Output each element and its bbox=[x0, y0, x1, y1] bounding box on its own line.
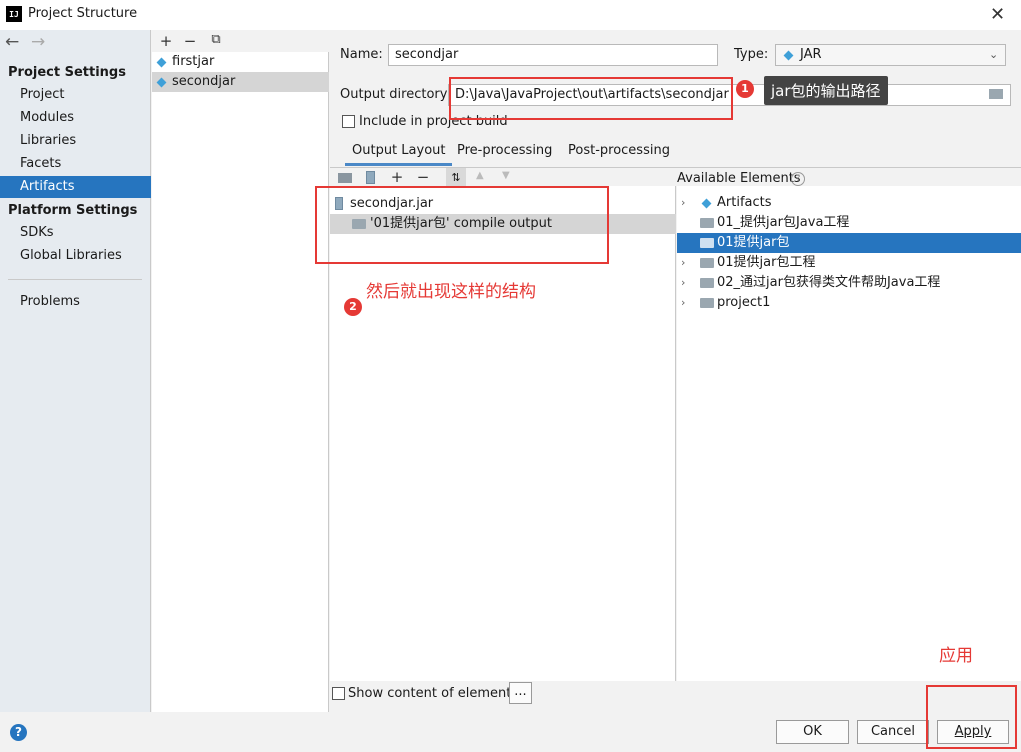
module-folder-icon bbox=[700, 298, 714, 308]
module-folder-icon bbox=[700, 258, 714, 268]
forward-arrow-icon[interactable]: → bbox=[31, 32, 45, 52]
output-path-callout: jar包的输出路径 bbox=[764, 76, 888, 105]
sort-icon[interactable]: ⇅ bbox=[446, 168, 466, 188]
sidebar-item-libraries[interactable]: Libraries bbox=[0, 130, 151, 152]
artifact-item-firstjar[interactable]: firstjar bbox=[152, 52, 329, 72]
copy-artifact-button[interactable]: ⧉ bbox=[207, 32, 225, 47]
jar-artifact-icon bbox=[156, 57, 167, 68]
avail-row-module-selected[interactable]: 01提供jar包 bbox=[677, 233, 1021, 253]
artifact-list-toolbar: + − ⧉ bbox=[152, 30, 329, 52]
avail-row-artifacts[interactable]: › Artifacts bbox=[677, 193, 1021, 213]
avail-row-module[interactable]: 01_提供jar包Java工程 bbox=[677, 213, 1021, 233]
platform-settings-heading: Platform Settings bbox=[8, 203, 138, 218]
more-options-button[interactable]: ... bbox=[509, 682, 532, 704]
browse-folder-icon[interactable] bbox=[989, 89, 1003, 99]
move-down-icon[interactable]: ▼ bbox=[502, 170, 510, 181]
sidebar-item-facets[interactable]: Facets bbox=[0, 153, 151, 175]
name-field[interactable]: secondjar bbox=[388, 44, 718, 66]
name-label: Name: bbox=[340, 47, 383, 62]
output-directory-label: Output directory: bbox=[340, 87, 451, 102]
layout-structure-highlight bbox=[315, 186, 609, 264]
module-folder-icon bbox=[700, 238, 714, 248]
show-content-label: Show content of elements bbox=[348, 686, 519, 701]
tab-divider bbox=[330, 167, 1021, 168]
output-path-highlight bbox=[449, 77, 733, 120]
chevron-down-icon: ⌄ bbox=[989, 48, 999, 61]
help-button[interactable]: ? bbox=[10, 724, 27, 741]
jar-artifact-icon bbox=[156, 77, 167, 88]
add-artifact-button[interactable]: + bbox=[157, 32, 175, 50]
intellij-logo-icon: IJ bbox=[6, 6, 22, 22]
help-icon[interactable]: ? bbox=[791, 172, 805, 186]
artifact-detail-panel: Name: secondjar Type: JAR ⌄ Output direc… bbox=[330, 30, 1021, 712]
sidebar-item-sdks[interactable]: SDKs bbox=[0, 222, 151, 244]
add-element-button[interactable]: + bbox=[388, 168, 406, 186]
apply-note: 应用 bbox=[939, 646, 973, 666]
close-icon[interactable]: ✕ bbox=[990, 4, 1005, 25]
artifact-list-panel: + − ⧉ firstjar secondjar bbox=[152, 30, 329, 712]
tree-label: 02_通过jar包获得类文件帮助Java工程 bbox=[717, 275, 941, 290]
module-folder-icon bbox=[700, 218, 714, 228]
chevron-right-icon: › bbox=[681, 276, 686, 289]
artifact-icon bbox=[701, 198, 712, 209]
window-title: Project Structure bbox=[28, 6, 138, 21]
tab-pre-processing[interactable]: Pre-processing bbox=[457, 142, 552, 166]
tree-label: project1 bbox=[717, 295, 771, 310]
annotation-badge-1: 1 bbox=[736, 80, 754, 98]
chevron-right-icon: › bbox=[681, 196, 686, 209]
tab-post-processing[interactable]: Post-processing bbox=[568, 142, 670, 166]
tree-label: Artifacts bbox=[717, 195, 772, 210]
sidebar-item-modules[interactable]: Modules bbox=[0, 107, 151, 129]
dialog-button-bar: ? OK Cancel Apply bbox=[0, 712, 1021, 752]
available-elements-tree: › Artifacts 01_提供jar包Java工程 01提供jar包 › 0… bbox=[677, 186, 1021, 681]
back-arrow-icon[interactable]: ← bbox=[5, 32, 19, 52]
title-bar: IJ Project Structure ✕ bbox=[0, 0, 1021, 30]
remove-artifact-button[interactable]: − bbox=[181, 32, 199, 50]
sidebar-item-artifacts[interactable]: Artifacts bbox=[0, 176, 151, 198]
settings-sidebar: ← → Project Settings Project Modules Lib… bbox=[0, 30, 151, 712]
jar-type-icon bbox=[783, 50, 794, 61]
tree-label: 01提供jar包工程 bbox=[717, 255, 816, 270]
sidebar-item-global-libraries[interactable]: Global Libraries bbox=[0, 245, 151, 267]
tree-label: 01_提供jar包Java工程 bbox=[717, 215, 850, 230]
tree-label: 01提供jar包 bbox=[717, 235, 790, 250]
artifact-item-secondjar[interactable]: secondjar bbox=[152, 72, 329, 92]
sidebar-item-project[interactable]: Project bbox=[0, 84, 151, 106]
type-value: JAR bbox=[800, 47, 822, 62]
new-directory-icon[interactable] bbox=[338, 173, 352, 183]
avail-row-module[interactable]: › project1 bbox=[677, 293, 1021, 313]
chevron-right-icon: › bbox=[681, 296, 686, 309]
chevron-right-icon: › bbox=[681, 256, 686, 269]
project-settings-heading: Project Settings bbox=[8, 65, 126, 80]
sidebar-divider bbox=[8, 279, 142, 280]
tab-output-layout[interactable]: Output Layout bbox=[345, 142, 453, 166]
cancel-button[interactable]: Cancel bbox=[857, 720, 929, 744]
include-in-build-checkbox[interactable] bbox=[342, 115, 355, 128]
move-up-icon[interactable]: ▲ bbox=[476, 170, 484, 181]
type-select[interactable]: JAR ⌄ bbox=[775, 44, 1006, 66]
type-label: Type: bbox=[734, 47, 769, 62]
available-elements-label: Available Elements bbox=[677, 171, 801, 186]
artifact-label: secondjar bbox=[172, 74, 236, 89]
apply-highlight bbox=[926, 685, 1017, 749]
structure-note: 然后就出现这样的结构 bbox=[366, 282, 536, 302]
avail-row-module[interactable]: › 01提供jar包工程 bbox=[677, 253, 1021, 273]
ok-button[interactable]: OK bbox=[776, 720, 849, 744]
remove-element-button[interactable]: − bbox=[414, 168, 432, 186]
archive-icon[interactable] bbox=[366, 171, 375, 184]
module-folder-icon bbox=[700, 278, 714, 288]
annotation-badge-2: 2 bbox=[344, 298, 362, 316]
avail-row-module[interactable]: › 02_通过jar包获得类文件帮助Java工程 bbox=[677, 273, 1021, 293]
sidebar-item-problems[interactable]: Problems bbox=[0, 291, 151, 313]
artifact-label: firstjar bbox=[172, 54, 215, 69]
show-content-checkbox[interactable] bbox=[332, 687, 345, 700]
